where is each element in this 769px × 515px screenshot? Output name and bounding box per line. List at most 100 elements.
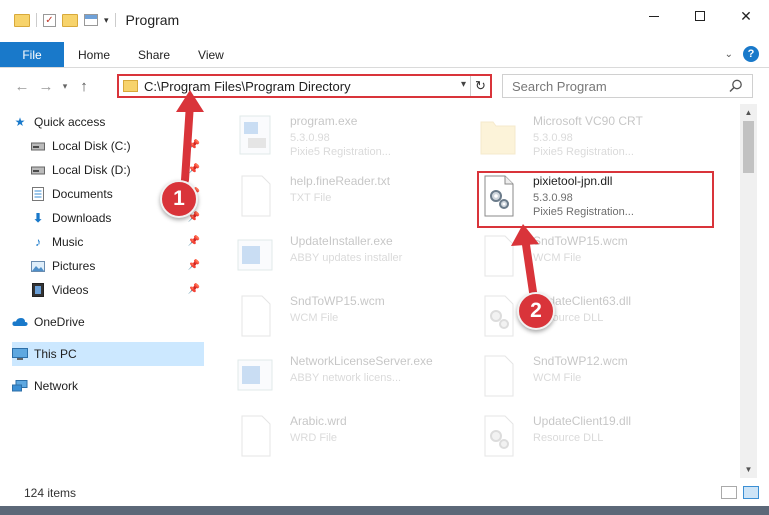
list-item[interactable]: UpdateInstaller.exe ABBY updates install… — [226, 228, 456, 284]
navigation-pane: ★ Quick access Local Disk (C:) 📌 Local D… — [0, 104, 206, 478]
sidebar-item-pictures[interactable]: Pictures 📌 — [12, 254, 204, 278]
scroll-up-icon[interactable]: ▲ — [740, 104, 757, 121]
sidebar-item-local-disk-c[interactable]: Local Disk (C:) 📌 — [12, 134, 204, 158]
sidebar-item-label: Music — [52, 235, 84, 249]
window-controls: ✕ — [631, 0, 769, 32]
expand-ribbon-icon[interactable]: ⌄ — [725, 49, 733, 60]
exe-icon — [239, 115, 271, 155]
sidebar-item-label: Network — [34, 379, 79, 393]
back-button[interactable]: ← — [10, 74, 34, 98]
list-item[interactable]: SndToWP15.wcm WCM File — [469, 228, 699, 284]
sidebar-item-label: Local Disk (D:) — [52, 163, 131, 177]
search-icon[interactable] — [728, 78, 744, 94]
sidebar-item-videos[interactable]: Videos 📌 — [12, 278, 204, 302]
properties-check-icon[interactable]: ✓ — [43, 13, 56, 27]
quick-access-toolbar: ✓ ▾ — [14, 0, 116, 40]
chevron-down-icon[interactable]: ▾ — [461, 79, 466, 90]
ribbon-tabs: File Home Share View ⌄ ? — [0, 42, 769, 68]
list-item[interactable]: Arabic.wrd WRD File — [226, 408, 456, 464]
list-item[interactable]: SndToWP12.wcm WCM File — [469, 348, 699, 404]
file-name: UpdateClient19.dll — [533, 414, 632, 428]
sidebar-item-label: Local Disk (C:) — [52, 139, 131, 153]
file-name: NetworkLicenseServer.exe — [290, 354, 433, 368]
close-button[interactable]: ✕ — [723, 0, 769, 32]
tab-home[interactable]: Home — [64, 42, 124, 67]
drive-icon — [30, 163, 46, 177]
list-item[interactable]: SndToWP15.wcm WCM File — [226, 288, 456, 344]
minimize-icon — [649, 15, 659, 17]
title-bar: ✓ ▾ Program ✕ — [0, 0, 769, 40]
sidebar-item-local-disk-d[interactable]: Local Disk (D:) 📌 — [12, 158, 204, 182]
pin-icon[interactable]: 📌 — [188, 140, 200, 151]
list-item[interactable]: NetworkLicenseServer.exe ABBY network li… — [226, 348, 456, 404]
exe-icon — [237, 239, 273, 271]
divider — [114, 13, 116, 27]
sidebar-item-quick-access[interactable]: ★ Quick access — [12, 110, 204, 134]
sidebar-item-this-pc[interactable]: This PC — [12, 342, 204, 366]
list-item[interactable]: UpdateClient19.dll Resource DLL — [469, 408, 699, 464]
ribbon-right: ⌄ ? — [725, 46, 759, 62]
vertical-scrollbar[interactable]: ▲ ▼ — [740, 104, 757, 478]
sidebar-item-onedrive[interactable]: OneDrive — [12, 310, 204, 334]
sidebar-item-label: Documents — [52, 187, 113, 201]
blank-file-icon — [484, 355, 514, 397]
cloud-icon — [12, 315, 28, 329]
documents-icon — [30, 187, 46, 201]
file-name: program.exe — [290, 114, 358, 128]
music-icon: ♪ — [35, 235, 41, 249]
pin-icon[interactable]: 📌 — [188, 284, 200, 295]
list-item[interactable]: help.fineReader.txt TXT File — [226, 168, 456, 224]
sidebar-item-music[interactable]: ♪ Music 📌 — [12, 230, 204, 254]
tab-share[interactable]: Share — [124, 42, 184, 67]
file-type: Resource DLL — [533, 432, 604, 444]
file-name: SndToWP12.wcm — [533, 354, 628, 368]
details-view-icon[interactable] — [721, 486, 737, 499]
sidebar-item-network[interactable]: Network — [12, 374, 204, 398]
tab-view[interactable]: View — [184, 42, 238, 67]
taskbar-edge — [0, 506, 769, 515]
file-name: SndToWP15.wcm — [290, 294, 385, 308]
tiles-view-icon[interactable] — [743, 486, 759, 499]
tab-file[interactable]: File — [0, 42, 64, 67]
exe-icon — [237, 359, 273, 391]
help-icon[interactable]: ? — [743, 46, 759, 62]
folder-icon — [123, 80, 138, 92]
star-icon: ★ — [14, 115, 26, 129]
highlight-box — [477, 171, 714, 228]
address-bar[interactable]: C:\Program Files\Program Directory ▾ ↻ — [117, 74, 492, 98]
window-title: Program — [125, 12, 180, 28]
sidebar-item-label: This PC — [34, 347, 77, 361]
address-path[interactable]: C:\Program Files\Program Directory — [144, 79, 351, 94]
view-properties-icon[interactable] — [84, 14, 98, 26]
file-name: SndToWP15.wcm — [533, 234, 628, 248]
search-input[interactable]: Search Program — [502, 74, 753, 98]
list-item[interactable]: UpdateClient63.dll Resource DLL — [469, 288, 699, 344]
file-name: Microsoft VC90 CRT — [533, 114, 643, 128]
list-item[interactable]: program.exe 5.3.0.98 Pixie5 Registration… — [226, 108, 456, 164]
up-button[interactable]: ↑ — [72, 74, 96, 98]
videos-icon — [30, 283, 46, 297]
scroll-down-icon[interactable]: ▼ — [740, 461, 757, 478]
recent-locations-button[interactable]: ▾ — [58, 74, 72, 98]
dll-gear-icon — [484, 295, 514, 337]
chevron-down-icon[interactable]: ▾ — [104, 15, 109, 26]
folder-icon — [480, 121, 516, 155]
new-folder-icon[interactable] — [62, 13, 78, 27]
computer-icon — [12, 347, 28, 361]
pin-icon[interactable]: 📌 — [188, 164, 200, 175]
text-file-icon — [241, 175, 271, 217]
file-type: ABBY network licens... — [290, 372, 402, 384]
sidebar-item-label: OneDrive — [34, 315, 85, 329]
list-item[interactable]: Microsoft VC90 CRT 5.3.0.98 Pixie5 Regis… — [469, 108, 699, 164]
refresh-button[interactable]: ↻ — [470, 76, 490, 96]
scroll-thumb[interactable] — [743, 121, 754, 173]
file-type: WCM File — [533, 252, 582, 264]
maximize-button[interactable] — [677, 0, 723, 32]
file-name: Arabic.wrd — [290, 414, 347, 428]
pin-icon[interactable]: 📌 — [188, 236, 200, 247]
navigation-bar: ← → ▾ ↑ C:\Program Files\Program Directo… — [0, 70, 769, 102]
minimize-button[interactable] — [631, 0, 677, 32]
pin-icon[interactable]: 📌 — [188, 260, 200, 271]
forward-button[interactable]: → — [34, 74, 58, 98]
file-name: UpdateInstaller.exe — [290, 234, 393, 248]
